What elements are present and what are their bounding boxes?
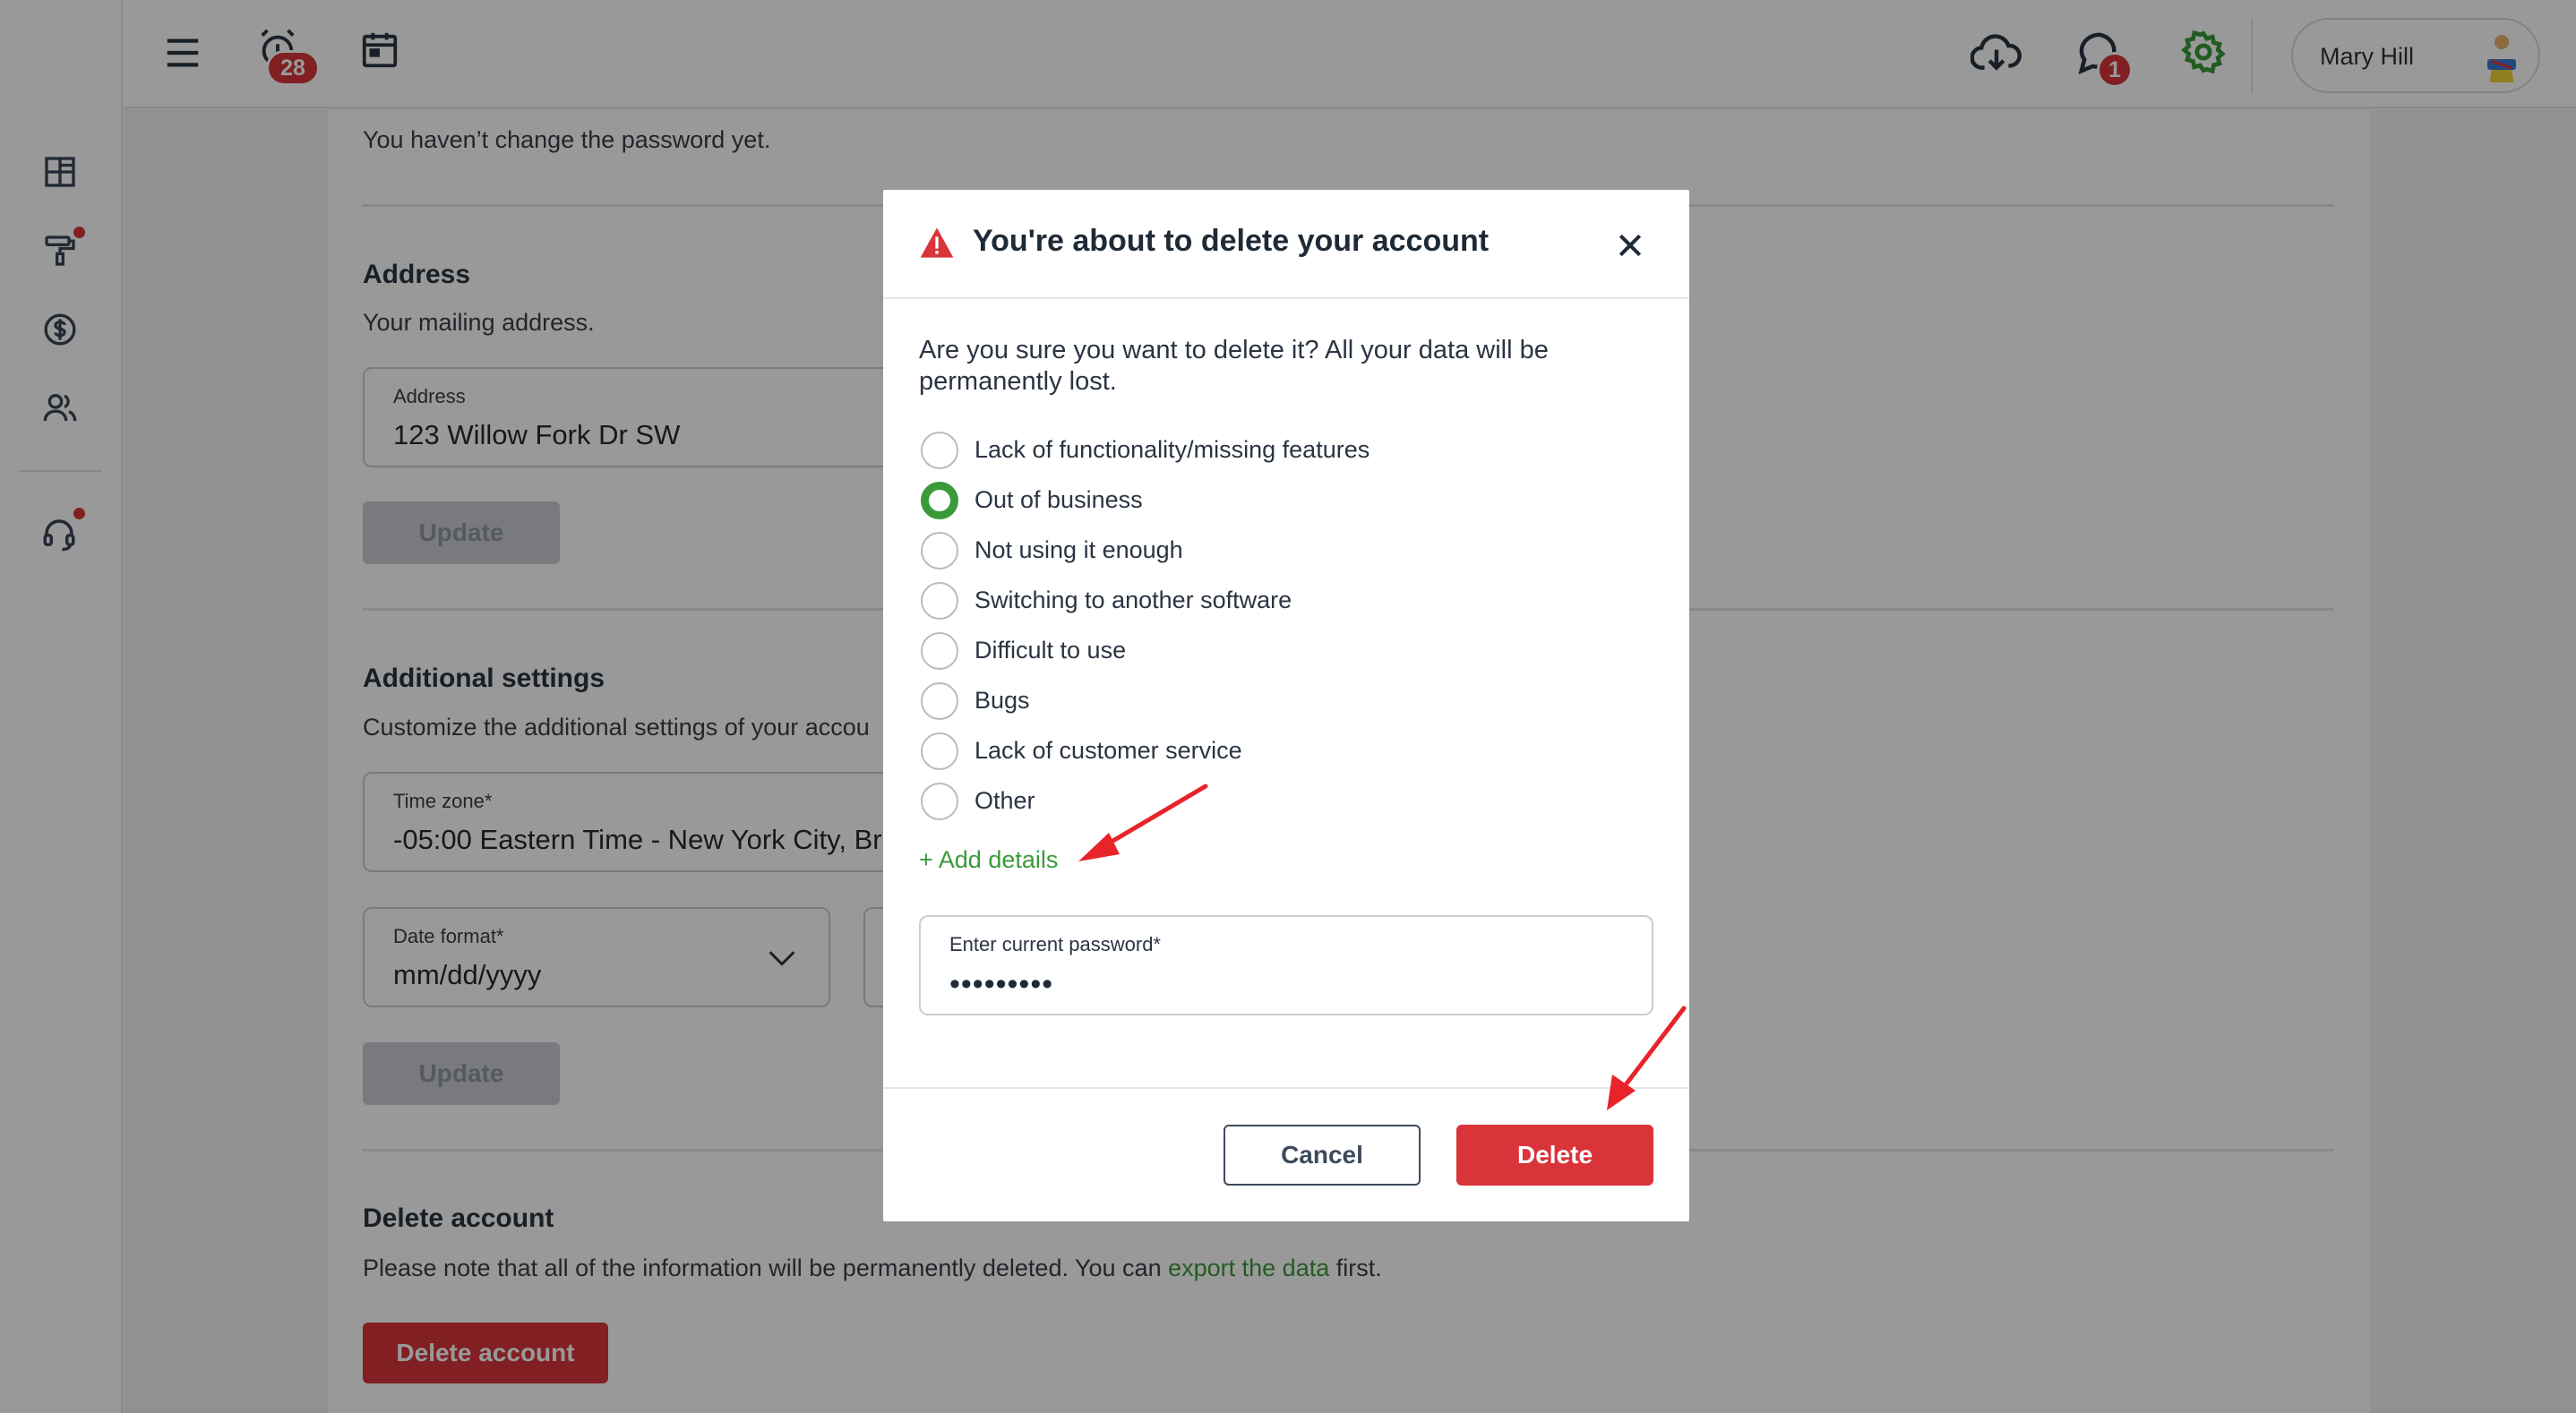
- radio-button[interactable]: [921, 732, 958, 770]
- warning-icon: [919, 226, 955, 260]
- annotation-arrow: [1607, 1006, 1687, 1110]
- radio-button[interactable]: [921, 632, 958, 670]
- dialog-header-divider: [883, 297, 1689, 299]
- password-label: Enter current password*: [949, 933, 1161, 955]
- dialog-question: Are you sure you want to delete it? All …: [919, 336, 1549, 396]
- radio-button[interactable]: [921, 783, 958, 820]
- dialog-footer-divider: [883, 1087, 1689, 1089]
- radio-button[interactable]: [921, 682, 958, 720]
- add-details-link[interactable]: + Add details: [919, 846, 1058, 874]
- radio-button[interactable]: [921, 532, 958, 569]
- current-password-field[interactable]: Enter current password* •••••••••: [919, 915, 1653, 1015]
- radio-button-checked[interactable]: [921, 482, 958, 519]
- radio-button[interactable]: [921, 582, 958, 620]
- reason-label: Not using it enough: [975, 536, 1183, 563]
- annotation-arrow: [1078, 784, 1208, 861]
- delete-button[interactable]: Delete: [1456, 1125, 1653, 1186]
- reason-label: Difficult to use: [975, 637, 1127, 664]
- delete-account-dialog: You're about to delete your account Are …: [883, 190, 1689, 1221]
- close-icon[interactable]: [1616, 231, 1644, 260]
- reason-label: Lack of functionality/missing features: [975, 436, 1370, 463]
- cancel-button[interactable]: Cancel: [1224, 1125, 1421, 1186]
- reason-label: Switching to another software: [975, 587, 1292, 613]
- reason-label: Bugs: [975, 687, 1030, 714]
- reason-label: Other: [975, 787, 1035, 814]
- dialog-title: You're about to delete your account: [973, 224, 1490, 258]
- reason-label: Out of business: [975, 486, 1143, 513]
- reason-label: Lack of customer service: [975, 737, 1242, 764]
- radio-button[interactable]: [921, 432, 958, 469]
- password-value: •••••••••: [949, 967, 1054, 1001]
